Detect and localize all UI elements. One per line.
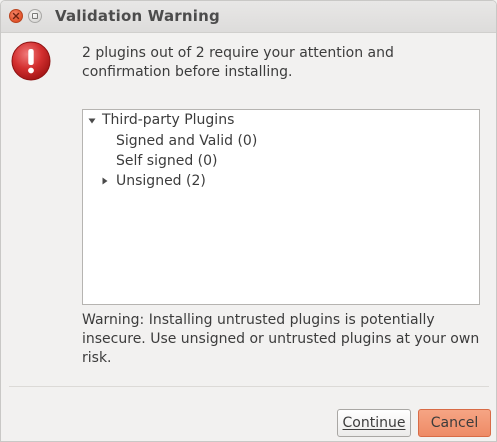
cancel-button[interactable]: Cancel: [418, 409, 491, 437]
plugin-tree-view[interactable]: Third-party Plugins Signed and Valid (0)…: [82, 109, 480, 305]
cancel-button-label: Cancel: [430, 415, 479, 431]
tree-item-label: Unsigned (2): [116, 173, 206, 189]
tree-row-signed-valid[interactable]: Signed and Valid (0): [116, 131, 257, 151]
validation-warning-dialog: Validation Warning 2 plugins out of 2 re…: [0, 0, 497, 442]
tree-root-label: Third-party Plugins: [102, 112, 235, 128]
tree-item-label: Self signed (0): [116, 153, 218, 169]
tree-item-label: Signed and Valid (0): [116, 133, 258, 149]
dialog-message: 2 plugins out of 2 require your attentio…: [82, 45, 394, 80]
triangle-down-icon[interactable]: [88, 117, 96, 125]
restore-window-button[interactable]: [28, 9, 42, 23]
window-title: Validation Warning: [55, 7, 220, 25]
triangle-right-icon[interactable]: [101, 177, 109, 185]
tree-row-self-signed[interactable]: Self signed (0): [116, 151, 218, 171]
button-separator: [9, 386, 489, 387]
insecure-warning-text: Warning: Installing untrusted plugins is…: [82, 312, 480, 366]
tree-row-third-party-plugins[interactable]: Third-party Plugins: [87, 110, 234, 130]
continue-button-label: Continue: [342, 415, 406, 431]
tree-row-unsigned[interactable]: Unsigned (2): [101, 171, 206, 191]
close-window-button[interactable]: [9, 9, 23, 23]
title-bar: Validation Warning: [1, 1, 496, 33]
continue-button[interactable]: Continue: [337, 409, 411, 437]
warning-icon: [11, 41, 51, 81]
close-icon: [12, 12, 20, 20]
